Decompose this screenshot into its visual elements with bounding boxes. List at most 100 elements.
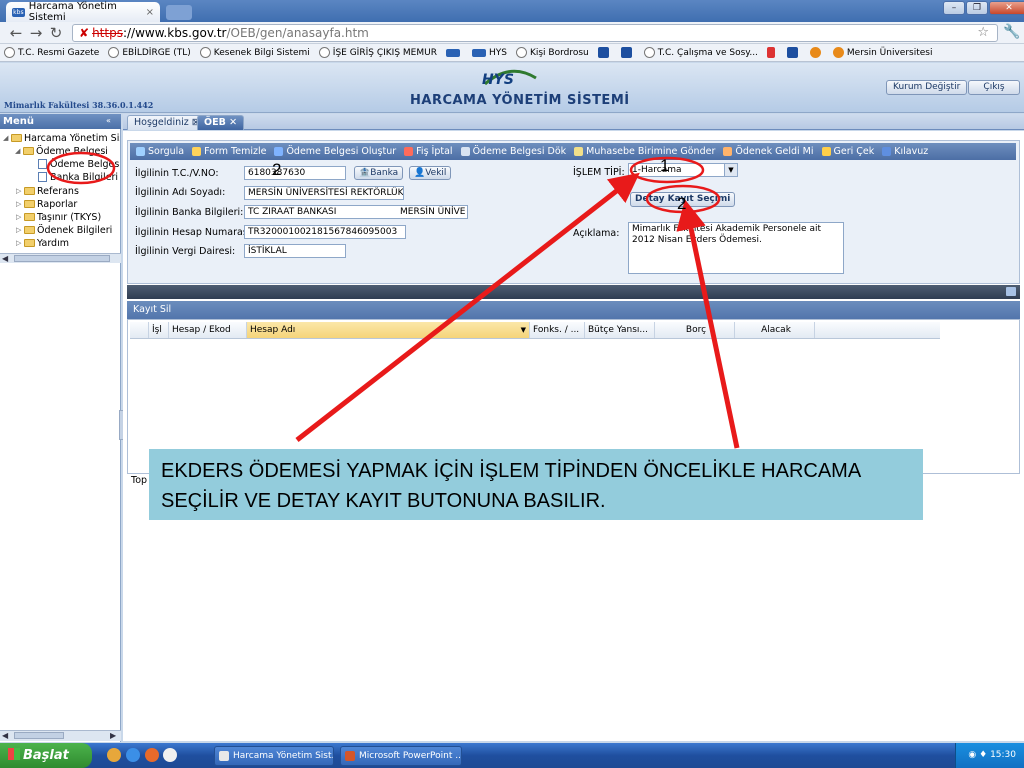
scrollbar-thumb[interactable] [14, 732, 64, 739]
tree-node-referans[interactable]: ▷ Referans [16, 185, 79, 197]
collapsed-arrow-icon[interactable]: ▷ [16, 187, 24, 195]
taskbar-item-chrome[interactable]: Harcama Yönetim Sist... [214, 746, 334, 766]
expanded-arrow-icon[interactable]: ◢ [3, 134, 11, 142]
col-hesap-adi[interactable]: Hesap Adı ▼ [247, 322, 530, 338]
col-hesap-ekod[interactable]: Hesap / Ekod [169, 322, 247, 338]
logout-button[interactable]: Çıkış [968, 80, 1020, 95]
tc-input[interactable]: 6180387630 [244, 166, 346, 180]
tax-input[interactable]: İSTİKLAL [244, 244, 346, 258]
browser-tab[interactable]: kbs Harcama Yönetim Sistemi × [6, 1, 160, 23]
forward-icon[interactable]: → [26, 24, 46, 42]
quicklaunch-icon[interactable] [107, 748, 121, 762]
taskbar-item-powerpoint[interactable]: Microsoft PowerPoint ... [340, 746, 462, 766]
action-cancel[interactable]: Fiş İptal [404, 146, 453, 157]
bookmark-item[interactable] [445, 48, 463, 57]
action-send[interactable]: Muhasebe Birimine Gönder [574, 146, 715, 157]
kayit-sil-button[interactable]: Kayıt Sil [127, 301, 1020, 319]
maximize-button[interactable]: ❐ [966, 1, 988, 15]
close-tab-icon[interactable]: × [146, 7, 154, 18]
col-butce[interactable]: Bütçe Yansı... [585, 322, 655, 338]
bookmark-item[interactable]: Kişi Bordrosu [515, 47, 589, 58]
scroll-left-icon[interactable]: ◀ [2, 731, 8, 740]
change-institution-button[interactable]: Kurum Değiştir [886, 80, 968, 95]
col-borc[interactable]: Borç [655, 322, 735, 338]
tree-node-yardim[interactable]: ▷ Yardım [16, 237, 69, 249]
new-tab-button[interactable] [166, 5, 192, 20]
red-icon [766, 47, 775, 58]
menu-horizontal-scrollbar[interactable]: ◀ [0, 253, 121, 263]
bookmark-item[interactable]: İŞE GİRİŞ ÇIKIŞ MEMUR [318, 47, 437, 58]
collapse-menu-icon[interactable]: « [106, 116, 118, 126]
tree-node-raporlar[interactable]: ▷ Raporlar [16, 198, 77, 210]
menu-bottom-scrollbar[interactable]: ◀ ▶ [0, 730, 121, 741]
bookmark-star-icon[interactable]: ☆ [977, 25, 989, 40]
chrome-icon[interactable] [163, 748, 177, 762]
tab-hosgeldiniz[interactable]: Hoşgeldiniz ⊠ [127, 115, 207, 130]
folder-icon [24, 187, 35, 195]
sort-dropdown-icon[interactable]: ▼ [521, 322, 526, 338]
tray-icons[interactable]: ◉ ♦ [968, 750, 990, 760]
col-is[interactable]: İş [130, 322, 149, 338]
action-label: Geri Çek [833, 146, 875, 157]
back-icon[interactable]: ← [6, 24, 26, 42]
bookmark-item[interactable]: EBİLDİRGE (TL) [108, 47, 191, 58]
grid-expand-icon[interactable] [1006, 287, 1016, 296]
collapsed-arrow-icon[interactable]: ▷ [16, 200, 24, 208]
firefox-icon[interactable] [145, 748, 159, 762]
aciklama-textarea[interactable]: Mimarlık Fakültesi Akademik Personele ai… [628, 222, 844, 274]
wrench-icon[interactable]: 🔧 [1003, 24, 1020, 40]
action-document[interactable]: Ödeme Belgesi Oluştur [274, 146, 396, 157]
reload-icon[interactable]: ↻ [46, 24, 66, 42]
bookmark-item[interactable] [809, 47, 824, 58]
col-fonks[interactable]: Fonks. / ... [530, 322, 585, 338]
bookmark-item[interactable]: Mersin Üniversitesi [832, 47, 932, 58]
action-label: Ödenek Geldi Mi [735, 146, 814, 157]
tab-oeb[interactable]: ÖEB ✕ [197, 115, 245, 130]
scroll-left-icon[interactable]: ◀ [2, 254, 8, 263]
name-input[interactable]: MERSİN ÜNİVERSİTESİ REKTÖRLÜK [244, 186, 404, 200]
ie-icon[interactable] [126, 748, 140, 762]
action-undo[interactable]: Geri Çek [821, 146, 875, 157]
close-tab-icon[interactable]: ✕ [229, 117, 237, 128]
folder-icon [24, 239, 35, 247]
tree-node-odenek[interactable]: ▷ Ödenek Bilgileri [16, 224, 112, 236]
start-button[interactable]: Başlat [0, 743, 92, 768]
tree-node-odeme-belges[interactable]: Ödeme Belges [38, 158, 119, 170]
minimize-button[interactable]: – [943, 1, 965, 15]
tree-node-banka-bilgileri[interactable]: Banka Bilgileri [38, 171, 118, 183]
expanded-arrow-icon[interactable]: ◢ [15, 147, 23, 155]
bookmark-item[interactable] [786, 47, 801, 58]
bookmark-item[interactable] [766, 47, 778, 58]
bookmark-item[interactable] [620, 47, 635, 58]
tree-node-odeme-belgesi[interactable]: ◢ Ödeme Belgesi [15, 145, 108, 157]
action-print[interactable]: Ödeme Belgesi Dök [460, 146, 566, 157]
bookmark-item[interactable]: Kesenek Bilgi Sistemi [199, 47, 310, 58]
bookmark-item[interactable]: T.C. Resmi Gazete [4, 47, 99, 58]
tc-label: İlgilinin T.C./V.NO: [135, 168, 219, 179]
col-alacak[interactable]: Alacak [735, 322, 815, 338]
scroll-right-icon[interactable]: ▶ [110, 731, 116, 740]
chevron-down-icon[interactable]: ▼ [724, 164, 737, 176]
bookmark-item[interactable] [597, 47, 612, 58]
tree-node-harcama[interactable]: ◢ Harcama Yönetim Sis [3, 132, 120, 144]
window-close-button[interactable]: ✕ [989, 1, 1024, 15]
banka-button[interactable]: 🏦Banka [354, 166, 404, 180]
vekil-button[interactable]: 👤Vekil [409, 166, 452, 180]
action-help[interactable]: Kılavuz [882, 146, 928, 157]
action-broom[interactable]: Form Temizle [192, 146, 266, 157]
tree-node-tasinir[interactable]: ▷ Taşınır (TKYS) [16, 211, 101, 223]
islem-tipi-select[interactable]: 1-Harcama ▼ [628, 163, 738, 177]
iban-input[interactable]: TR320001002181567846095003 [244, 225, 406, 239]
bookmark-item[interactable]: HYS [471, 48, 507, 58]
collapsed-arrow-icon[interactable]: ▷ [16, 213, 24, 221]
kbs-icon [445, 48, 460, 57]
action-search[interactable]: Sorgula [136, 146, 184, 157]
collapsed-arrow-icon[interactable]: ▷ [16, 239, 24, 247]
bank-input[interactable]: TC ZIRAAT BANKASI MERSİN ÜNİVE [244, 205, 468, 219]
scrollbar-thumb[interactable] [14, 255, 110, 262]
bookmark-item[interactable]: T.C. Çalışma ve Sosy... [643, 47, 758, 58]
collapsed-arrow-icon[interactable]: ▷ [16, 226, 24, 234]
col-isl[interactable]: İşl [149, 322, 169, 338]
action-headset[interactable]: Ödenek Geldi Mi [723, 146, 814, 157]
address-bar[interactable]: ✘ https :// www.kbs.gov.tr /OEB/gen/anas… [72, 24, 998, 42]
